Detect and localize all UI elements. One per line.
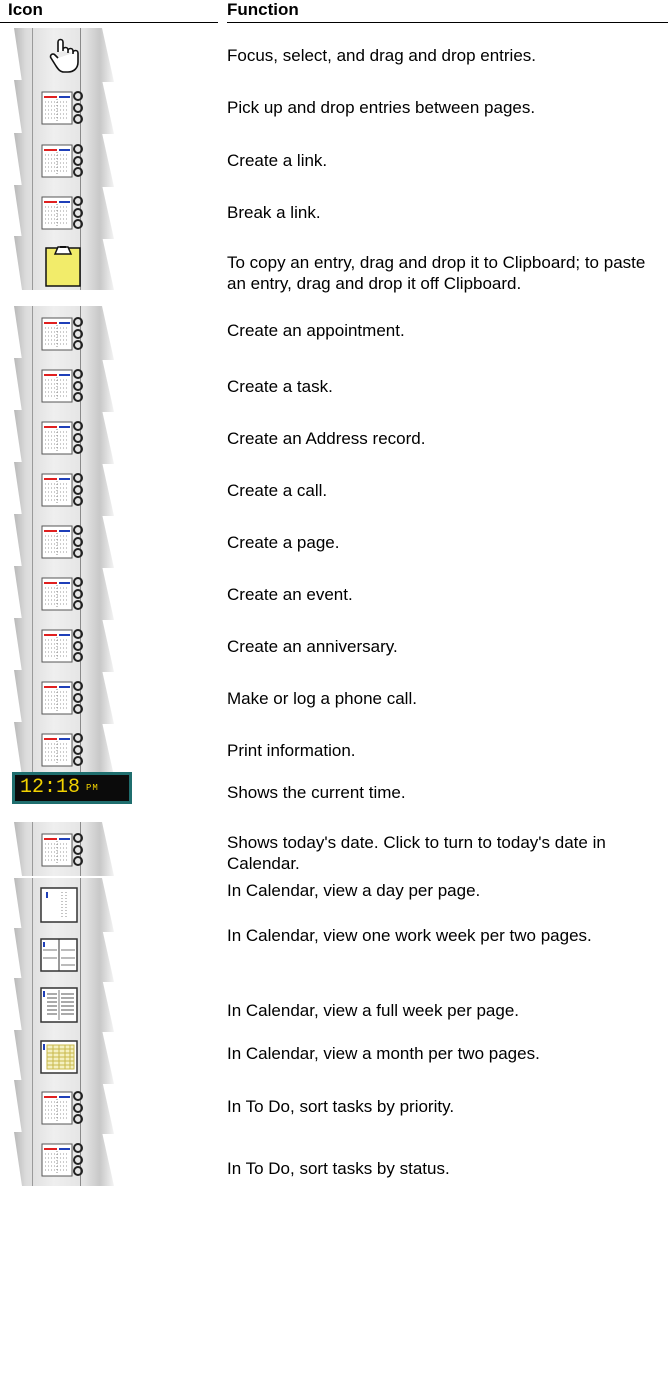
icon-cell: 12:18 PM [12,770,132,826]
icon-cell [14,306,118,362]
icon-cell [14,928,118,984]
icon-cell [14,1030,118,1086]
header-rule-function [227,22,668,23]
function-description: Create a link. [227,151,328,170]
icon-cell [14,566,118,622]
function-description: Focus, select, and drag and drop entries… [227,46,537,65]
function-description: Shows the current time. [227,783,406,802]
icon-cell [14,1132,118,1188]
icon-cell [14,514,118,570]
day-view-icon [40,886,94,931]
icon-cell [14,978,118,1034]
icon-cell [14,410,118,466]
function-description: Break a link. [227,203,321,222]
organizer-book-icon [40,314,94,359]
organizer-book-icon [40,830,94,875]
function-description: Create an Address record. [227,429,426,448]
function-description: Pick up and drop entries between pages. [227,98,536,117]
icon-cell [14,133,118,189]
icon-cell [14,185,118,241]
organizer-book-icon [40,366,94,411]
organizer-book-icon [40,88,94,133]
function-description: In Calendar, view a day per page. [227,881,481,900]
icon-cell [14,822,118,878]
organizer-book-icon [40,418,94,463]
function-description: To copy an entry, drag and drop it to Cl… [227,253,646,293]
full-week-view-icon [40,986,94,1031]
work-week-view-icon [40,936,94,981]
icon-cell [14,618,118,674]
organizer-book-icon [40,522,94,567]
icon-cell [14,236,118,292]
organizer-book-icon [40,730,94,775]
function-description: Create an event. [227,585,353,604]
function-description: Create an anniversary. [227,637,398,656]
organizer-book-icon [40,1088,94,1133]
icon-cell [14,878,118,934]
header-function: Function [227,0,299,19]
month-view-icon [40,1038,94,1083]
function-description: In Calendar, view a full week per page. [227,1001,520,1020]
function-description: In To Do, sort tasks by priority. [227,1097,455,1116]
function-description: Shows today's date. Click to turn to tod… [227,833,606,873]
function-description: Create a page. [227,533,340,552]
function-description: In Calendar, view a month per two pages. [227,1044,540,1063]
clock-time: 12:18 [20,776,81,799]
function-description: Create a call. [227,481,328,500]
function-description: Create an appointment. [227,321,405,340]
function-description: Print information. [227,741,356,760]
header-rule-icon [0,22,218,23]
icon-cell [14,1080,118,1136]
organizer-book-icon [40,193,94,238]
function-description: In Calendar, view one work week per two … [227,926,592,945]
icon-cell [14,358,118,414]
organizer-book-icon [40,141,94,186]
function-description: Make or log a phone call. [227,689,417,708]
hand-pointer-icon [40,36,94,81]
organizer-book-icon [40,678,94,723]
icon-cell [14,670,118,726]
icon-cell [14,80,118,136]
icon-cell [14,462,118,518]
icon-cell [14,28,118,84]
digital-clock-icon: 12:18 PM [12,772,132,804]
clock-ampm: PM [86,783,99,793]
organizer-book-icon [40,626,94,671]
organizer-book-icon [40,470,94,515]
header-icon: Icon [8,0,43,19]
function-description: Create a task. [227,377,333,396]
function-description: In To Do, sort tasks by status. [227,1159,450,1178]
organizer-book-icon [40,1140,94,1185]
organizer-book-icon [40,574,94,619]
clipboard-icon [40,244,94,293]
